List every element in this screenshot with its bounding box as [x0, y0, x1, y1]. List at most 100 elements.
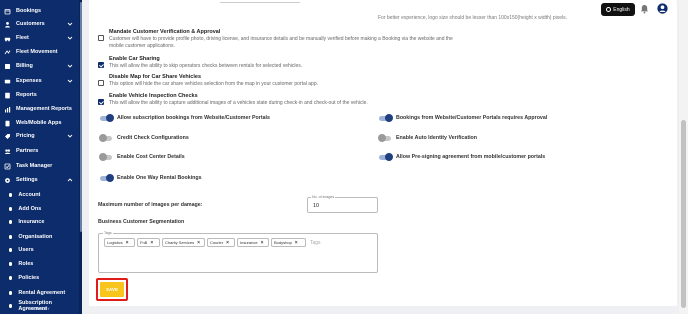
sidebar-subitem-label: Account	[18, 192, 41, 198]
sidebar-item-settings[interactable]: Settings	[0, 174, 82, 186]
remove-tag-icon[interactable]: ×	[126, 240, 129, 246]
gear-icon	[4, 177, 11, 184]
toggle-label: Enable One Way Rental Bookings	[117, 175, 202, 181]
sidebar-item-billing[interactable]: Billing	[0, 60, 82, 72]
tag-chip[interactable]: Charity Services ×	[162, 238, 205, 247]
tag-chip[interactable]: Courier ×	[207, 238, 235, 247]
tag-chip[interactable]: FnB ×	[137, 238, 160, 247]
sidebar-subitem-policies[interactable]: Policies	[0, 272, 82, 284]
sidebar-item-fleet[interactable]: Fleet	[0, 32, 82, 44]
globe-icon	[606, 7, 612, 12]
sidebar-subitem-insurance[interactable]: Insurance	[0, 216, 82, 228]
sidebar-item-label: Fleet	[16, 35, 29, 41]
remove-tag-icon[interactable]: ×	[197, 240, 200, 246]
toggle-knob	[99, 134, 107, 142]
tags-input[interactable]: Tags Logistics × FnB × Charity Services × Cour…	[98, 231, 378, 273]
toggle-knob	[106, 174, 114, 182]
bell-icon[interactable]	[640, 4, 649, 14]
toggle-switch[interactable]	[99, 153, 112, 161]
checkbox-description: This will allow the ability to skip oper…	[109, 63, 303, 69]
checkbox[interactable]	[98, 62, 104, 68]
sidebar-subitem-add-ons[interactable]: Add Ons	[0, 203, 82, 215]
checkbox-title: Mandate Customer Verification & Approval	[109, 29, 221, 35]
sidebar-item-expenses[interactable]: Expenses	[0, 75, 82, 87]
chevron-down-icon	[67, 78, 73, 84]
tag-chip-label: Bodyshop	[274, 240, 292, 245]
sidebar-item-customers[interactable]: Customers	[0, 18, 82, 30]
bullet-icon	[9, 248, 13, 252]
sidebar-item-label: Task Manager	[16, 163, 53, 169]
sidebar-item-label: Billing	[16, 63, 33, 69]
fleet-movement-icon	[4, 49, 11, 56]
toggle-label: Allow subscription bookings from Website…	[117, 115, 270, 121]
sidebar-subitem-account[interactable]: Account	[0, 189, 82, 201]
save-button[interactable]: SAVE	[100, 282, 124, 297]
checkbox-row: Mandate Customer Verification & Approval…	[98, 29, 478, 53]
checkbox-row: Enable Vehicle Inspection Checks This wil…	[98, 93, 478, 108]
tag-chip[interactable]: Logistics ×	[104, 238, 135, 247]
sidebar-subitem-users[interactable]: Users	[0, 244, 82, 256]
partners-icon	[4, 148, 11, 155]
sidebar-item-reports[interactable]: Reports	[0, 89, 82, 101]
sidebar-item-web-mobile-apps[interactable]: Web/Mobile Apps	[0, 117, 82, 129]
remove-tag-icon[interactable]: ×	[295, 240, 298, 246]
sidebar-subitem-roles[interactable]: Roles	[0, 258, 82, 270]
sidebar-item-management-reports[interactable]: Management Reports	[0, 103, 82, 115]
checkbox-title: Enable Vehicle Inspection Checks	[109, 93, 198, 99]
bullet-icon	[9, 235, 13, 239]
sidebar-item-label: Bookings	[16, 8, 42, 14]
chevron-down-icon	[67, 35, 73, 41]
toggle-switch[interactable]	[100, 114, 114, 122]
sidebar-item-task-manager[interactable]: Task Manager	[0, 160, 82, 172]
customers-icon	[4, 21, 11, 28]
sidebar-item-pricing[interactable]: Pricing	[0, 130, 82, 142]
toggle-switch[interactable]	[378, 134, 391, 142]
save-highlight: SAVE	[96, 278, 128, 301]
images-input-value: 10	[313, 203, 319, 209]
sidebar-item-partners[interactable]: Partners	[0, 145, 82, 157]
sidebar-subitem-label: Policies	[18, 275, 40, 281]
main-scroll-thumb[interactable]	[681, 120, 686, 308]
language-button[interactable]: English	[601, 3, 635, 16]
user-avatar-icon[interactable]	[657, 3, 668, 14]
toggle-switch[interactable]	[100, 174, 114, 182]
images-per-damage-label: Maximum number of images per damage:	[98, 202, 203, 208]
checkbox[interactable]	[98, 35, 104, 41]
tag-chip[interactable]: Bodyshop ×	[271, 238, 306, 247]
sidebar-item-label: Pricing	[16, 133, 35, 139]
images-per-damage-input[interactable]: No. of images 10	[307, 195, 378, 213]
remove-tag-icon[interactable]: ×	[226, 240, 229, 246]
toggle-knob	[385, 114, 393, 122]
remove-tag-icon[interactable]: ×	[261, 240, 264, 246]
bookings-icon	[4, 8, 11, 15]
pricing-icon	[4, 133, 11, 140]
toggle-switch[interactable]	[379, 114, 393, 122]
bullet-icon	[9, 291, 13, 295]
sidebar-item-label: Expenses	[16, 78, 42, 84]
task-manager-icon	[4, 163, 11, 170]
toggle-label: Allow Pre-signing agreement from mobile/…	[396, 154, 546, 160]
sidebar-item-label: Fleet Movement	[16, 49, 58, 55]
toggle-row: Enable One Way Rental Bookings	[100, 173, 202, 183]
billing-icon	[4, 63, 11, 70]
checkbox[interactable]	[98, 99, 104, 105]
sidebar-subitem-rental-agreement[interactable]: Rental Agreement	[0, 287, 82, 299]
toggle-label: Enable Cost Center Details	[117, 154, 185, 160]
sidebar-item-bookings[interactable]: Bookings	[0, 5, 82, 17]
toggle-switch[interactable]	[379, 153, 393, 161]
tag-chip[interactable]: Insurance ×	[237, 238, 269, 247]
checkbox-title: Enable Car Sharing	[109, 56, 160, 62]
sidebar-item-label: Partners	[16, 148, 39, 154]
toggle-switch[interactable]	[99, 134, 112, 142]
sidebar-item-label: Reports	[16, 92, 37, 98]
sidebar-scroll-thumb[interactable]	[79, 2, 82, 232]
checkbox-title: Disable Map for Car Share Vehicles	[109, 74, 202, 80]
sidebar-item-fleet-movement[interactable]: Fleet Movement	[0, 46, 82, 58]
remove-tag-icon[interactable]: ×	[150, 240, 153, 246]
sidebar-subitem-organisation[interactable]: Organisation	[0, 231, 82, 243]
sidebar-subitem-label: Organisation	[18, 234, 53, 240]
checkbox[interactable]	[98, 80, 104, 86]
sidebar-item-label: Web/Mobile Apps	[16, 120, 62, 126]
toggle-knob	[378, 134, 386, 142]
reports-icon	[4, 92, 11, 99]
